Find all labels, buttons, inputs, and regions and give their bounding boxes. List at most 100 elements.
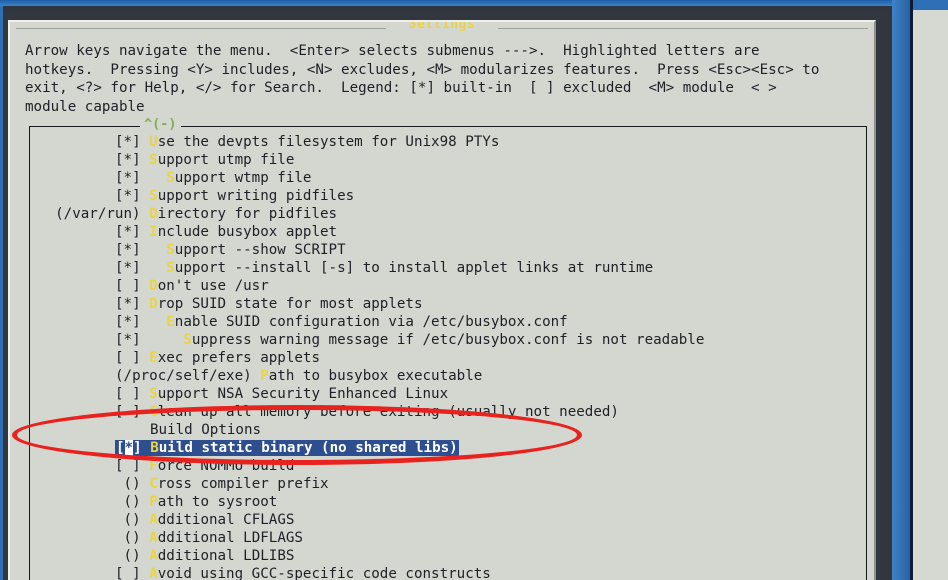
hotkey-letter: S <box>166 242 175 258</box>
menu-row[interactable]: [ ] Avoid using GCC-specific code constr… <box>30 565 866 580</box>
value-marker[interactable]: () <box>124 530 141 546</box>
menu-row[interactable]: [*] Drop SUID state for most applets <box>30 295 866 313</box>
hotkey-letter: D <box>149 278 158 294</box>
hotkey-letter: D <box>149 296 158 312</box>
menu-row-content: () Additional LDLIBS <box>124 548 295 564</box>
checkbox-marker[interactable]: [*] <box>115 260 141 276</box>
menu-row-label: upport --install [-s] to install applet … <box>174 260 654 276</box>
hotkey-letter: C <box>149 476 158 492</box>
menu-row[interactable]: [*] Enable SUID configuration via /etc/b… <box>30 313 866 331</box>
menu-row-label: upport utmp file <box>157 152 295 168</box>
value-marker[interactable]: () <box>124 494 141 510</box>
menu-row[interactable]: [ ] Support NSA Security Enhanced Linux <box>30 385 866 403</box>
menu-list[interactable]: [*] Use the devpts filesystem for Unix98… <box>30 133 866 580</box>
menu-row[interactable]: () Additional CFLAGS <box>30 511 866 529</box>
hotkey-letter: B <box>150 440 159 456</box>
scroll-up-indicator[interactable]: ^(-) <box>140 116 181 132</box>
menu-row-label: orce NOMMU build <box>157 458 295 474</box>
menu-row-content: () Additional LDFLAGS <box>124 530 303 546</box>
checkbox-marker[interactable]: [*] <box>115 152 141 168</box>
menu-row[interactable]: (/var/run) Directory for pidfiles <box>30 205 866 223</box>
checkbox-marker[interactable]: [ ] <box>115 566 141 580</box>
menu-row-content: [ ] Clean up all memory before exiting (… <box>115 404 619 420</box>
menu-row[interactable]: [ ] Don't use /usr <box>30 277 866 295</box>
menu-row[interactable]: [*] Use the devpts filesystem for Unix98… <box>30 133 866 151</box>
checkbox-marker[interactable]: [*] <box>115 134 141 150</box>
background-window-far-titlebar[interactable] <box>913 0 948 10</box>
menu-row-label: dditional CFLAGS <box>157 512 295 528</box>
hotkey-letter: F <box>149 458 158 474</box>
menu-row[interactable]: [*] Support --show SCRIPT <box>30 241 866 259</box>
terminal-body: Settings Arrow keys navigate the menu. <… <box>3 12 892 580</box>
checkbox-marker[interactable]: [ ] <box>115 278 141 294</box>
menu-frame: ^(-) [*] Use the devpts filesystem for U… <box>29 116 867 580</box>
checkbox-marker[interactable]: [*] <box>115 170 141 186</box>
menu-row-content: [*] Support utmp file <box>115 152 294 168</box>
menu-row-label: lean up all memory before exiting (usual… <box>157 404 619 420</box>
hotkey-letter: S <box>149 386 158 402</box>
help-text: Arrow keys navigate the menu. <Enter> se… <box>25 43 820 115</box>
menu-row[interactable]: [ ] Clean up all memory before exiting (… <box>30 403 866 421</box>
menu-row[interactable]: () Additional LDFLAGS <box>30 529 866 547</box>
screen: Settings Arrow keys navigate the menu. <… <box>0 0 948 580</box>
hotkey-letter: C <box>149 404 158 420</box>
menu-row-label: ath to busybox executable <box>268 368 483 384</box>
menu-row[interactable]: [*] Support wtmp file <box>30 169 866 187</box>
hotkey-letter: S <box>183 332 192 348</box>
checkbox-marker[interactable]: [*] <box>115 296 141 312</box>
menu-row[interactable]: [*] Include busybox applet <box>30 223 866 241</box>
value-marker[interactable]: (/proc/self/exe) <box>115 368 252 384</box>
checkbox-marker[interactable]: [ ] <box>115 350 141 366</box>
value-marker[interactable]: (/var/run) <box>55 206 140 222</box>
menu-row-content: [*] Support wtmp file <box>115 170 311 186</box>
menuconfig-dialog: Settings Arrow keys navigate the menu. <… <box>8 20 876 580</box>
value-marker[interactable]: () <box>124 512 141 528</box>
value-marker[interactable]: () <box>124 548 141 564</box>
menu-row[interactable]: [*] Build static binary (no shared libs) <box>30 439 866 457</box>
terminal-titlebar[interactable] <box>0 0 892 6</box>
menu-row[interactable]: [*] Support writing pidfiles <box>30 187 866 205</box>
menu-row[interactable]: () Additional LDLIBS <box>30 547 866 565</box>
menu-row-label: ath to sysroot <box>157 494 278 510</box>
hotkey-letter: A <box>149 548 158 564</box>
background-window-far[interactable] <box>910 0 948 580</box>
checkbox-marker[interactable]: [*] <box>116 440 142 456</box>
menu-row[interactable]: [*] Support utmp file <box>30 151 866 169</box>
menu-row-label: se the devpts filesystem for Unix98 PTYs <box>157 134 500 150</box>
hotkey-letter: E <box>166 314 175 330</box>
checkbox-marker[interactable]: [ ] <box>115 386 141 402</box>
menu-row-content: [*] Drop SUID state for most applets <box>115 296 423 312</box>
checkbox-marker[interactable]: [*] <box>115 332 141 348</box>
menu-row-content: () Cross compiler prefix <box>124 476 329 492</box>
menu-row[interactable]: () Cross compiler prefix <box>30 475 866 493</box>
menu-row-label: upport NSA Security Enhanced Linux <box>157 386 449 402</box>
menu-row-label: uppress warning message if /etc/busybox.… <box>191 332 705 348</box>
value-marker[interactable]: () <box>124 476 141 492</box>
menu-section-header[interactable]: Build Options <box>30 421 866 439</box>
menu-row-content: [ ] Support NSA Security Enhanced Linux <box>115 386 448 402</box>
menu-row-content: [*] Enable SUID configuration via /etc/b… <box>115 314 568 330</box>
checkbox-marker[interactable]: [*] <box>115 188 141 204</box>
checkbox-marker[interactable]: [*] <box>115 242 141 258</box>
menu-row-label: irectory for pidfiles <box>157 206 338 222</box>
hotkey-letter: D <box>149 206 158 222</box>
menu-row[interactable]: [*] Suppress warning message if /etc/bus… <box>30 331 866 349</box>
checkbox-marker[interactable]: [*] <box>115 314 141 330</box>
hotkey-letter: S <box>166 170 175 186</box>
cursor-block: * <box>124 440 134 456</box>
hotkey-letter: S <box>166 260 175 276</box>
menu-row[interactable]: [ ] Exec prefers applets <box>30 349 866 367</box>
menu-row[interactable]: [*] Support --install [-s] to install ap… <box>30 259 866 277</box>
menu-row[interactable]: (/proc/self/exe) Path to busybox executa… <box>30 367 866 385</box>
menu-row-label: dditional LDLIBS <box>157 548 295 564</box>
menu-row-content: [*] Support --install [-s] to install ap… <box>115 260 653 276</box>
selection-highlight: [*] Build static binary (no shared libs) <box>115 440 459 456</box>
menu-row[interactable]: [ ] Force NOMMU build <box>30 457 866 475</box>
hotkey-letter: E <box>149 350 158 366</box>
checkbox-marker[interactable]: [ ] <box>115 404 141 420</box>
checkbox-marker[interactable]: [*] <box>115 224 141 240</box>
hotkey-letter: I <box>149 224 158 240</box>
terminal-window[interactable]: Settings Arrow keys navigate the menu. <… <box>0 0 892 580</box>
menu-row[interactable]: () Path to sysroot <box>30 493 866 511</box>
checkbox-marker[interactable]: [ ] <box>115 458 141 474</box>
